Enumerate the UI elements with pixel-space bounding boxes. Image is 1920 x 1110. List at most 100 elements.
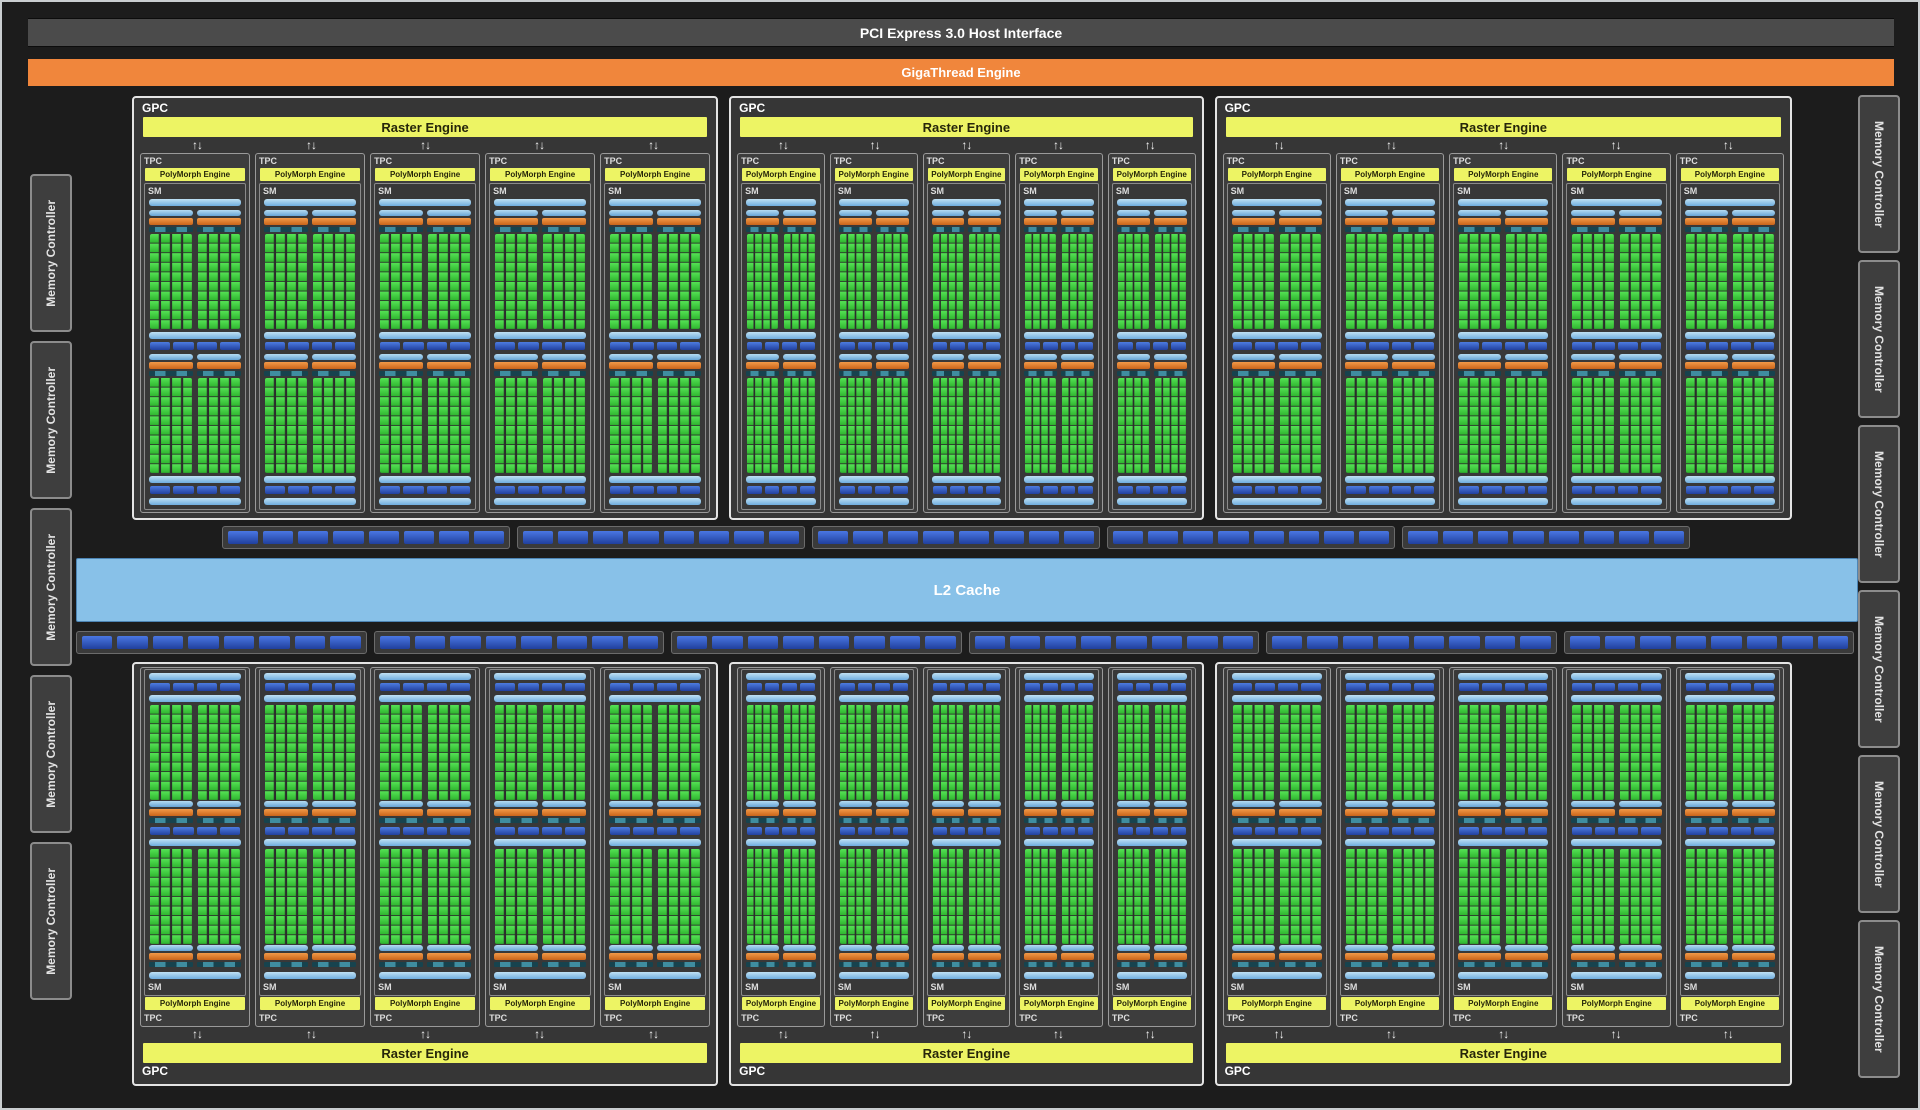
dispatch-units-bar <box>1231 962 1275 967</box>
texture-unit-block <box>633 342 654 350</box>
texture-unit-block <box>1595 342 1616 350</box>
warp-scheduler-bar <box>838 953 872 960</box>
texture-units-row <box>1232 486 1321 494</box>
sm-label: SM <box>1023 982 1037 992</box>
texture-unit-block <box>1481 342 1502 350</box>
sm-processing-block <box>609 705 654 825</box>
instruction-buffer-bar <box>875 354 909 360</box>
memory-controller-label: Memory Controller <box>44 867 58 975</box>
crossbar-link-block <box>1113 531 1144 544</box>
crossbar-link-block <box>889 636 921 649</box>
sm-block: SM <box>926 183 1007 510</box>
crossbar-link-block <box>1548 531 1579 544</box>
texture-units-row <box>265 683 356 691</box>
instruction-buffer-bar <box>312 801 357 807</box>
instruction-buffer-bar <box>427 945 472 951</box>
instruction-buffer-bar <box>1344 354 1389 360</box>
gpc-label: GPC <box>1224 1064 1251 1078</box>
sm-processing-block <box>1153 705 1187 825</box>
tpc-label: TPC <box>604 1013 623 1023</box>
sm-processing-block <box>1505 849 1549 969</box>
crossbar-link-block <box>747 636 779 649</box>
instruction-cache-bar <box>746 498 816 505</box>
texture-units-row <box>1025 827 1093 835</box>
texture-unit-block <box>1060 486 1076 494</box>
texture-unit-block <box>967 486 983 494</box>
texture-unit-block <box>1301 486 1321 494</box>
instruction-buffer-bar <box>1571 210 1615 216</box>
instruction-cache-bar <box>838 972 909 979</box>
instruction-buffer-bar <box>968 945 1002 951</box>
memory-controller: Memory Controller <box>1858 425 1900 583</box>
crossbar-link-block <box>379 636 410 649</box>
warp-scheduler-bar <box>1153 953 1187 960</box>
crossbar-group <box>812 526 1100 549</box>
dispatch-units-bar <box>264 371 309 376</box>
instruction-cache-bar <box>1231 498 1322 505</box>
instruction-buffer-bar <box>609 945 654 951</box>
warp-scheduler-bar <box>379 218 424 225</box>
texture-unit-block <box>985 342 1001 350</box>
instruction-cache-bar <box>1571 199 1662 206</box>
instruction-buffer-bar <box>1344 945 1389 951</box>
crossbar-link-block <box>974 636 1005 649</box>
texture-units-row <box>495 342 586 350</box>
instruction-cache-bar <box>746 332 816 339</box>
instruction-buffer-bar <box>427 354 472 360</box>
cuda-core-grid <box>1619 849 1661 944</box>
polymorph-engine-bar: PolyMorph Engine <box>1340 997 1440 1010</box>
dispatch-units-bar <box>1618 818 1662 823</box>
crossbar-link-block <box>1569 636 1600 649</box>
texture-unit-block <box>1731 342 1752 350</box>
texture-unit-block <box>1504 827 1525 835</box>
instruction-cache-bar <box>149 972 242 979</box>
flow-arrows-icon: ↑↓ <box>1144 1027 1156 1041</box>
texture-unit-block <box>1685 486 1706 494</box>
warp-scheduler-bar <box>746 218 779 225</box>
instruction-buffer-bar <box>197 354 242 360</box>
tpc-block: TPC PolyMorph Engine SM <box>1562 153 1671 513</box>
cuda-core-grid <box>1345 705 1388 800</box>
instruction-cache-bar <box>1684 476 1775 483</box>
instruction-cache-bar <box>609 695 702 702</box>
instruction-cache-bar <box>1684 332 1775 339</box>
cuda-core-grid <box>543 705 586 800</box>
cuda-core-grid <box>150 849 193 944</box>
cuda-core-grid <box>495 705 538 800</box>
gpc-block: GPC Raster Engine ↑↓ ↑↓ ↑↓ ↑↓ ↑↓ TPC PolyMorph E… <box>1214 96 1792 520</box>
instruction-buffer-bar <box>264 354 309 360</box>
dispatch-units-bar <box>149 227 194 232</box>
texture-unit-block <box>985 827 1001 835</box>
texture-units-row <box>1345 486 1435 494</box>
crossbar-link-block <box>1782 636 1813 649</box>
raster-engine-bar: Raster Engine <box>740 1043 1193 1063</box>
dispatch-units-bar <box>427 818 472 823</box>
sm-processing-block <box>1618 705 1662 825</box>
instruction-cache-bar <box>379 498 472 505</box>
texture-unit-block <box>875 486 890 494</box>
warp-scheduler-bar <box>1684 218 1728 225</box>
texture-unit-block <box>1685 342 1706 350</box>
warp-scheduler-bar <box>494 218 539 225</box>
sm-processing-blocks <box>746 705 816 825</box>
tpc-flow-arrows-row: ↑↓ ↑↓ ↑↓ ↑↓ ↑↓ <box>140 1027 710 1042</box>
instruction-cache-bar <box>1684 695 1775 702</box>
polymorph-engine-bar: PolyMorph Engine <box>260 997 361 1010</box>
dispatch-units-bar <box>1278 962 1322 967</box>
sm-processing-block <box>931 705 965 825</box>
texture-unit-block <box>564 342 586 350</box>
instruction-buffer-bar <box>1153 801 1187 807</box>
instruction-cache-bar <box>264 498 357 505</box>
flow-arrows-icon: ↑↓ <box>1386 1027 1397 1041</box>
cuda-core-grid <box>932 234 964 329</box>
crossbar-row-bottom <box>76 631 1854 654</box>
instruction-buffer-bar <box>312 210 357 216</box>
cuda-core-grid <box>495 234 538 329</box>
instruction-buffer-bar <box>1116 354 1150 360</box>
texture-unit-block <box>288 683 309 691</box>
instruction-cache-bar <box>1344 498 1436 505</box>
crossbar-row-top <box>222 526 1690 549</box>
warp-scheduler-bar <box>1278 809 1322 816</box>
tpc-label: TPC <box>833 156 852 166</box>
dispatch-units-bar <box>1505 818 1549 823</box>
